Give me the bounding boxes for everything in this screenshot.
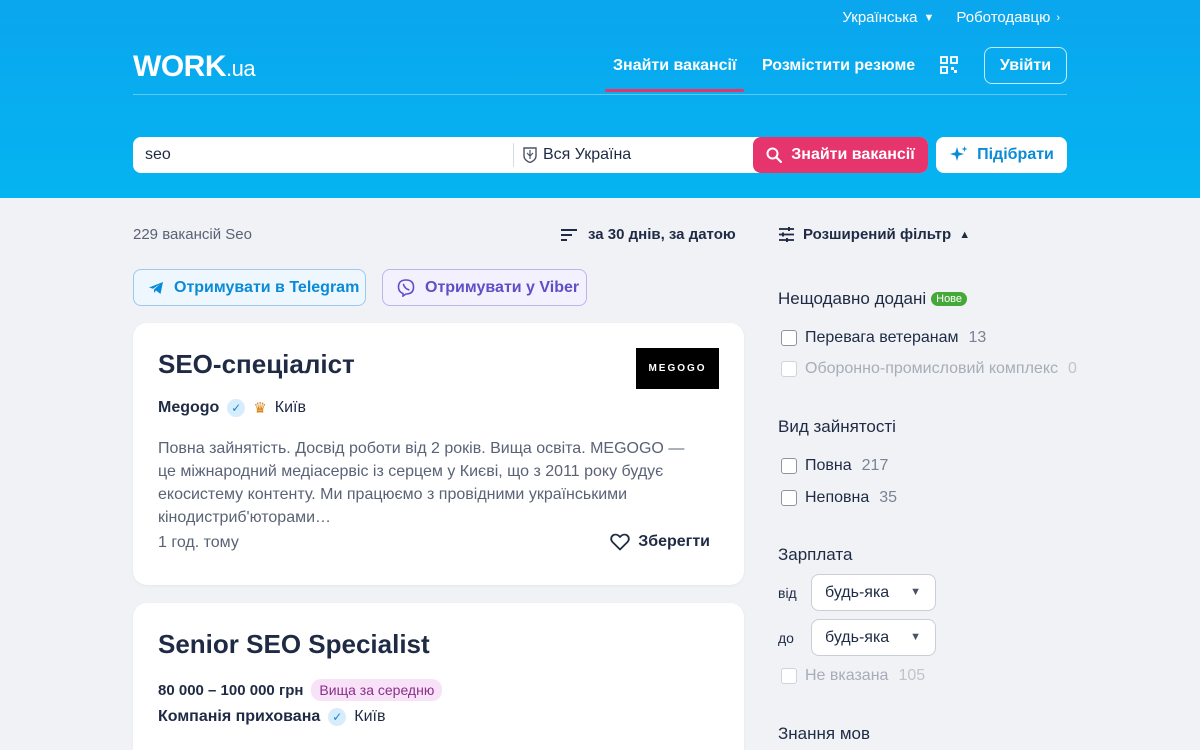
company-info: Megogo ✓ ♛ Київ xyxy=(158,399,306,417)
advanced-filter-label: Розширений фільтр xyxy=(803,226,952,243)
filter-label: Перевага ветеранам xyxy=(805,329,959,346)
save-button[interactable]: Зберегти xyxy=(610,533,710,551)
search-separator xyxy=(513,143,514,167)
checkbox[interactable] xyxy=(781,330,797,346)
advanced-filter-toggle[interactable]: Розширений фільтр ▲ xyxy=(778,226,970,243)
company-name: Компанія прихована xyxy=(158,708,321,725)
chevron-right-icon: › xyxy=(1056,11,1060,24)
pick-jobs-label: Підібрати xyxy=(977,146,1054,163)
employer-label: Роботодавцю xyxy=(956,9,1051,26)
filter-defense: Оборонно-промисловий комплекс 0 xyxy=(781,360,1077,378)
sort-label: за 30 днів, за датою xyxy=(588,226,736,243)
verified-icon: ✓ xyxy=(227,399,246,417)
search-input[interactable]: seo xyxy=(145,146,171,164)
filter-part-time[interactable]: Неповна 35 xyxy=(781,489,897,507)
heart-icon xyxy=(610,533,630,551)
new-badge: Нове xyxy=(931,292,968,306)
save-label: Зберегти xyxy=(638,533,710,550)
salary-badge: Вища за середню xyxy=(311,679,443,701)
verified-icon: ✓ xyxy=(328,708,347,726)
filter-salary-not-specified: Не вказана 105 xyxy=(781,667,925,685)
salary-from-label: від xyxy=(778,585,797,601)
language-switcher[interactable]: Українська ▼ xyxy=(842,9,934,26)
sort-icon xyxy=(561,228,577,241)
filter-veterans[interactable]: Перевага ветеранам 13 xyxy=(781,329,986,347)
checkbox xyxy=(781,668,797,684)
filter-count: 0 xyxy=(1068,360,1077,377)
filter-count: 13 xyxy=(968,329,987,346)
telegram-subscribe-button[interactable]: Отримувати в Telegram xyxy=(133,269,366,306)
search-submit-button[interactable]: Знайти вакансії xyxy=(753,137,928,173)
qr-code-icon[interactable] xyxy=(940,56,958,74)
viber-subscribe-label: Отримувати у Viber xyxy=(425,278,580,296)
employer-link[interactable]: Роботодавцю › xyxy=(956,9,1060,26)
coat-of-arms-icon xyxy=(523,147,537,163)
pick-jobs-button[interactable]: Підібрати xyxy=(936,137,1067,173)
job-card[interactable]: Senior SEO Specialist 80 000 – 100 000 г… xyxy=(133,603,744,750)
company-info: Компанія прихована ✓ Київ xyxy=(158,708,385,726)
salary-info: 80 000 – 100 000 грн Вища за середню xyxy=(158,679,443,701)
login-button[interactable]: Увійти xyxy=(984,47,1067,84)
languages-filter-title: Знання мов xyxy=(778,724,870,743)
telegram-icon xyxy=(149,281,163,294)
checkbox[interactable] xyxy=(781,490,797,506)
top-bar: Українська ▼ Роботодавцю › xyxy=(842,9,1060,26)
recent-filter-label: Нещодавно додані xyxy=(778,289,927,308)
nav-post-resume[interactable]: Розмістити резюме xyxy=(762,57,915,75)
filter-label: Оборонно-промисловий комплекс xyxy=(805,360,1058,377)
job-title[interactable]: Senior SEO Specialist xyxy=(158,629,430,660)
header: Українська ▼ Роботодавцю › WORK.ua Знайт… xyxy=(0,0,1200,198)
location-value: Вся Україна xyxy=(543,146,632,163)
nav-find-jobs[interactable]: Знайти вакансії xyxy=(604,57,746,92)
search-icon xyxy=(766,147,783,163)
telegram-subscribe-label: Отримувати в Telegram xyxy=(174,278,360,296)
chevron-up-icon: ▲ xyxy=(959,228,971,241)
posted-time: 1 год. тому xyxy=(158,534,239,551)
crown-icon: ♛ xyxy=(253,400,267,417)
filter-count: 35 xyxy=(879,489,898,506)
chevron-down-icon: ▼ xyxy=(910,586,921,598)
company-logo: MEGOGO xyxy=(636,348,719,389)
checkbox[interactable] xyxy=(781,458,797,474)
filter-label: Неповна xyxy=(805,489,870,506)
salary-to-value: будь-яка xyxy=(825,628,890,646)
company-name[interactable]: Megogo xyxy=(158,399,219,417)
salary-to-label: до xyxy=(778,630,794,646)
filter-sliders-icon xyxy=(779,227,794,242)
chevron-down-icon: ▼ xyxy=(910,631,921,643)
results-count: 229 вакансій Seo xyxy=(133,226,252,243)
viber-subscribe-button[interactable]: Отримувати у Viber xyxy=(382,269,587,306)
filter-label: Повна xyxy=(805,457,852,474)
language-label: Українська xyxy=(842,9,918,26)
sort-selector[interactable]: за 30 днів, за датою xyxy=(560,226,736,243)
salary-from-select[interactable]: будь-яка ▼ xyxy=(811,574,936,611)
location-input[interactable]: Вся Україна xyxy=(523,146,631,164)
employment-filter-title: Вид зайнятості xyxy=(778,417,896,436)
sparkle-icon xyxy=(950,146,968,161)
salary-to-select[interactable]: будь-яка ▼ xyxy=(811,619,936,656)
search-submit-label: Знайти вакансії xyxy=(791,146,915,163)
job-title[interactable]: SEO-спеціаліст xyxy=(158,349,355,380)
checkbox xyxy=(781,361,797,377)
job-card[interactable]: SEO-спеціаліст MEGOGO Megogo ✓ ♛ Київ По… xyxy=(133,323,744,585)
salary-range: 80 000 – 100 000 грн xyxy=(158,681,304,699)
filter-count: 105 xyxy=(898,667,926,684)
header-divider xyxy=(133,94,1067,95)
chevron-down-icon: ▼ xyxy=(923,11,935,24)
job-city: Київ xyxy=(354,708,386,725)
job-description: Повна зайнятість. Досвід роботи від 2 ро… xyxy=(158,440,685,526)
main-nav: Знайти вакансії Розмістити резюме Увійти xyxy=(0,47,1200,92)
salary-filter-title: Зарплата xyxy=(778,545,853,564)
job-city: Київ xyxy=(274,399,306,416)
filter-label: Не вказана xyxy=(805,667,889,684)
viber-icon xyxy=(397,278,415,297)
filter-full-time[interactable]: Повна 217 xyxy=(781,457,888,475)
recent-filter-title: Нещодавно додані Нове xyxy=(778,289,968,309)
salary-from-value: будь-яка xyxy=(825,583,890,601)
filter-count: 217 xyxy=(861,457,889,474)
